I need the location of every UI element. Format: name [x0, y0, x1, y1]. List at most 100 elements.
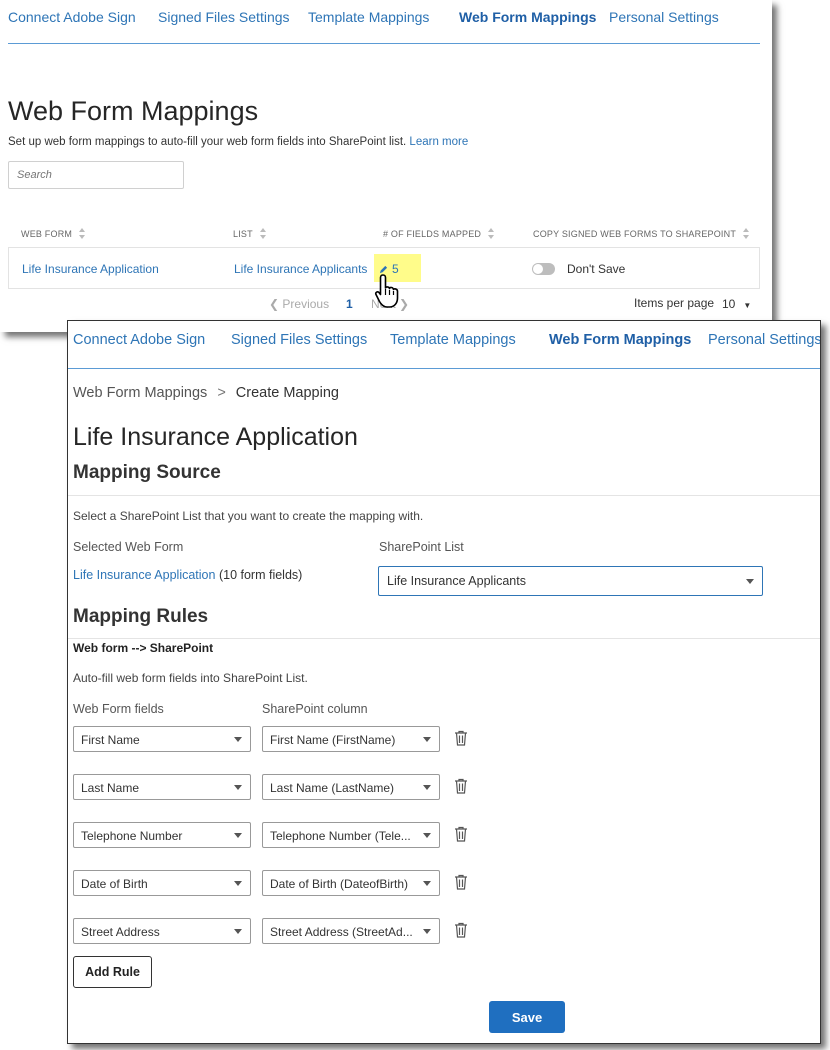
web-form-fields-label: Web Form fields	[73, 702, 164, 716]
tab-template-mappings[interactable]: Template Mappings	[308, 9, 429, 25]
tab-personal-settings[interactable]: Personal Settings	[609, 9, 719, 25]
breadcrumb-parent-link[interactable]: Web Form Mappings	[73, 385, 207, 401]
web-form-field-value: Last Name	[81, 781, 140, 795]
list-link[interactable]: Life Insurance Applicants	[234, 262, 367, 276]
items-per-page-select[interactable]: 10 ▼	[722, 297, 751, 311]
breadcrumb: Web Form Mappings > Create Mapping	[73, 385, 339, 401]
web-form-field-value: Street Address	[81, 925, 160, 939]
sharepoint-column-select[interactable]: Last Name (LastName)	[262, 774, 440, 800]
column-header-fields-mapped[interactable]: # OF FIELDS MAPPED	[383, 228, 495, 239]
caret-down-icon	[423, 929, 431, 934]
trash-icon[interactable]	[454, 778, 468, 794]
web-form-link[interactable]: Life Insurance Application	[22, 262, 159, 276]
caret-down-icon: ▼	[743, 301, 752, 310]
pagination-page-1[interactable]: 1	[346, 297, 353, 311]
caret-down-icon	[234, 785, 242, 790]
tab-connect-adobe-sign[interactable]: Connect Adobe Sign	[73, 332, 205, 348]
sharepoint-column-select[interactable]: First Name (FirstName)	[262, 726, 440, 752]
caret-down-icon	[423, 737, 431, 742]
tab-signed-files-settings[interactable]: Signed Files Settings	[231, 332, 367, 348]
column-header-label: WEB FORM	[21, 228, 73, 239]
tab-signed-files-settings[interactable]: Signed Files Settings	[158, 9, 290, 25]
tab-web-form-mappings[interactable]: Web Form Mappings	[459, 9, 596, 25]
sharepoint-column-value: Date of Birth (DateofBirth)	[270, 877, 409, 891]
caret-down-icon	[423, 785, 431, 790]
selected-web-form-link[interactable]: Life Insurance Application	[73, 568, 215, 582]
web-form-field-value: Telephone Number	[81, 829, 183, 843]
web-form-field-value: Date of Birth	[81, 877, 148, 891]
description-text: Set up web form mappings to auto-fill yo…	[8, 136, 407, 148]
web-form-field-select[interactable]: Street Address	[73, 918, 251, 944]
tab-personal-settings[interactable]: Personal Settings	[708, 332, 820, 348]
search-input[interactable]	[8, 161, 184, 189]
sharepoint-list-select[interactable]: Life Insurance Applicants	[378, 566, 763, 596]
trash-icon[interactable]	[454, 874, 468, 890]
web-form-field-select[interactable]: First Name	[73, 726, 251, 752]
sort-icon[interactable]	[743, 228, 750, 239]
items-per-page-label: Items per page	[634, 296, 715, 310]
page-description: Set up web form mappings to auto-fill yo…	[8, 136, 468, 148]
column-header-label: # OF FIELDS MAPPED	[383, 228, 482, 239]
divider	[68, 495, 820, 496]
caret-down-icon	[234, 929, 242, 934]
top-nav: Connect Adobe Sign Signed Files Settings…	[8, 0, 760, 44]
sharepoint-column-label: SharePoint column	[262, 702, 368, 716]
sharepoint-column-select[interactable]: Date of Birth (DateofBirth)	[262, 870, 440, 896]
toggle-label: Don't Save	[567, 262, 626, 276]
breadcrumb-separator: >	[217, 385, 226, 401]
column-header-label: COPY SIGNED WEB FORMS TO SHAREPOINT	[533, 228, 737, 239]
web-form-field-select[interactable]: Telephone Number	[73, 822, 251, 848]
mapping-direction: Web form --> SharePoint	[73, 641, 214, 655]
mapping-source-instruction: Select a SharePoint List that you want t…	[73, 509, 424, 523]
add-rule-button[interactable]: Add Rule	[73, 956, 152, 988]
sort-icon[interactable]	[488, 228, 495, 239]
top-nav: Connect Adobe Sign Signed Files Settings…	[68, 321, 820, 369]
pagination-previous[interactable]: ❮ Previous	[269, 297, 329, 311]
sharepoint-list-value: Life Insurance Applicants	[387, 574, 526, 588]
column-header-copy-signed[interactable]: COPY SIGNED WEB FORMS TO SHAREPOINT	[533, 228, 750, 239]
sharepoint-column-value: First Name (FirstName)	[270, 733, 396, 747]
web-form-field-select[interactable]: Last Name	[73, 774, 251, 800]
trash-icon[interactable]	[454, 922, 468, 938]
sharepoint-column-value: Last Name (LastName)	[270, 781, 395, 795]
copy-to-sharepoint-toggle[interactable]	[532, 263, 555, 275]
sharepoint-list-label: SharePoint List	[379, 540, 464, 554]
mapping-rules-description: Auto-fill web form fields into SharePoin…	[73, 671, 308, 685]
caret-down-icon	[234, 881, 242, 886]
web-form-mappings-list-window: Connect Adobe Sign Signed Files Settings…	[0, 0, 772, 332]
divider	[68, 638, 820, 639]
form-field-count: (10 form fields)	[218, 568, 303, 582]
tab-web-form-mappings[interactable]: Web Form Mappings	[549, 332, 691, 348]
column-header-label: LIST	[233, 228, 253, 239]
save-button[interactable]: Save	[489, 1001, 565, 1033]
trash-icon[interactable]	[454, 730, 468, 746]
page-title: Web Form Mappings	[8, 96, 259, 126]
sharepoint-column-value: Telephone Number (Tele...	[270, 829, 411, 843]
items-per-page-value: 10	[722, 297, 736, 311]
selected-web-form-label: Selected Web Form	[73, 540, 184, 554]
trash-icon[interactable]	[454, 826, 468, 842]
create-mapping-window: Connect Adobe Sign Signed Files Settings…	[67, 320, 821, 1044]
sharepoint-column-value: Street Address (StreetAd...	[270, 925, 413, 939]
caret-down-icon	[423, 881, 431, 886]
sort-icon[interactable]	[259, 228, 267, 239]
tab-connect-adobe-sign[interactable]: Connect Adobe Sign	[8, 9, 136, 25]
web-form-field-value: First Name	[81, 733, 140, 747]
learn-more-link[interactable]: Learn more	[409, 136, 468, 148]
caret-down-icon	[423, 833, 431, 838]
caret-down-icon	[234, 833, 242, 838]
sharepoint-column-select[interactable]: Street Address (StreetAd...	[262, 918, 440, 944]
sharepoint-column-select[interactable]: Telephone Number (Tele...	[262, 822, 440, 848]
selected-web-form-value: Life Insurance Application (10 form fiel…	[73, 568, 302, 582]
caret-down-icon	[234, 737, 242, 742]
sort-icon[interactable]	[79, 228, 86, 239]
mapping-source-heading: Mapping Source	[73, 462, 221, 483]
breadcrumb-current: Create Mapping	[235, 385, 339, 401]
column-header-list[interactable]: LIST	[233, 228, 267, 239]
tab-template-mappings[interactable]: Template Mappings	[390, 332, 516, 348]
column-header-web-form[interactable]: WEB FORM	[21, 228, 86, 239]
web-form-field-select[interactable]: Date of Birth	[73, 870, 251, 896]
page-title: Life Insurance Application	[73, 423, 358, 451]
hand-pointer-cursor-icon	[374, 274, 399, 308]
caret-down-icon	[746, 579, 754, 584]
